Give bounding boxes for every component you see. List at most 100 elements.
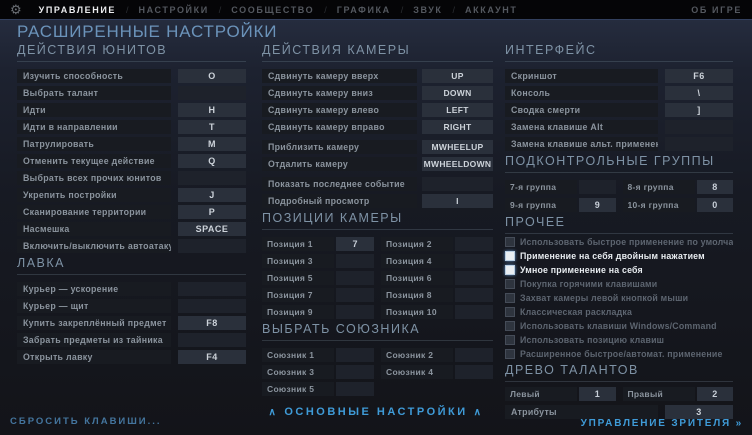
checkbox-icon[interactable] bbox=[505, 237, 515, 247]
binding-key-button[interactable] bbox=[336, 254, 374, 268]
checkbox-icon[interactable] bbox=[505, 335, 515, 345]
binding-label: 9-я группа bbox=[505, 198, 577, 212]
binding-key-button[interactable]: O bbox=[178, 69, 246, 83]
binding-label: Выбрать талант bbox=[17, 86, 171, 100]
nav-tab-6[interactable]: АККАУНТ bbox=[458, 5, 524, 15]
binding-key-button[interactable] bbox=[178, 239, 246, 253]
binding-key-button[interactable] bbox=[665, 120, 733, 134]
binding-cell: 9-я группа 9 bbox=[505, 198, 616, 212]
binding-key-button[interactable]: H bbox=[178, 103, 246, 117]
settings-gear-icon[interactable]: ⚙ bbox=[10, 0, 22, 19]
binding-key-button[interactable]: MWHEELDOWN bbox=[422, 157, 493, 171]
checkbox-row[interactable]: Умное применение на себя bbox=[505, 265, 733, 275]
binding-key-button[interactable]: F4 bbox=[178, 350, 246, 364]
binding-key-button[interactable] bbox=[336, 305, 374, 319]
about-game-link[interactable]: ОБ ИГРЕ bbox=[691, 5, 742, 15]
nav-tab-3[interactable]: СООБЩЕСТВО bbox=[224, 5, 321, 15]
binding-label: Открыть лавку bbox=[17, 350, 171, 364]
checkbox-icon[interactable] bbox=[505, 265, 515, 275]
binding-key-button[interactable] bbox=[336, 365, 374, 379]
binding-key-button[interactable]: SPACE bbox=[178, 222, 246, 236]
binding-key-button[interactable]: I bbox=[422, 194, 493, 208]
checkbox-row[interactable]: Использовать позицию клавиш bbox=[505, 335, 733, 345]
binding-key-button[interactable]: J bbox=[178, 188, 246, 202]
binding-key-button[interactable]: 9 bbox=[579, 198, 616, 212]
binding-key-button[interactable]: 0 bbox=[696, 198, 733, 212]
nav-tab-4[interactable]: ГРАФИКА bbox=[330, 5, 398, 15]
binding-label: Сдвинуть камеру вниз bbox=[262, 86, 417, 100]
checkbox-row[interactable]: Покупка горячими клавишами bbox=[505, 279, 733, 289]
binding-key-button[interactable]: 2 bbox=[696, 387, 733, 401]
binding-row-group: Сдвинуть камеру вверх UP Сдвинуть камеру в… bbox=[262, 69, 493, 134]
checkbox-icon[interactable] bbox=[505, 307, 515, 317]
binding-key-button[interactable] bbox=[455, 305, 493, 319]
page-title: РАСШИРЕННЫЕ НАСТРОЙКИ bbox=[17, 22, 278, 41]
binding-key-button[interactable] bbox=[336, 288, 374, 302]
binding-key-button[interactable] bbox=[336, 271, 374, 285]
binding-key-button[interactable]: F6 bbox=[665, 69, 733, 83]
binding-key-button[interactable]: F8 bbox=[178, 316, 246, 330]
binding-key-button[interactable] bbox=[455, 348, 493, 362]
settings-panel: РАСШИРЕННЫЕ НАСТРОЙКИ ДЕЙСТВИЯ ЮНИТОВ Из… bbox=[0, 19, 752, 435]
binding-key-button[interactable] bbox=[178, 333, 246, 347]
chevron-up-icon: ∧ bbox=[473, 407, 484, 418]
checkbox-row[interactable]: Использовать клавиши Windows/Command bbox=[505, 321, 733, 331]
binding-label: 8-я группа bbox=[622, 180, 695, 194]
binding-key-button[interactable] bbox=[178, 282, 246, 296]
binding-key-button[interactable] bbox=[455, 365, 493, 379]
binding-key-button[interactable]: 1 bbox=[579, 387, 616, 401]
tab-separator: / bbox=[324, 4, 327, 15]
binding-row: Купить закреплённый предмет F8 bbox=[17, 316, 246, 330]
checkbox-icon[interactable] bbox=[505, 349, 515, 359]
binding-key-button[interactable]: Q bbox=[178, 154, 246, 168]
binding-row: Сдвинуть камеру влево LEFT bbox=[262, 103, 493, 117]
binding-key-button[interactable] bbox=[336, 348, 374, 362]
binding-key-button[interactable] bbox=[178, 86, 246, 100]
checkbox-row[interactable]: Применение на себя двойным нажатием bbox=[505, 251, 733, 261]
binding-key-button[interactable]: T bbox=[178, 120, 246, 134]
spectator-controls-link[interactable]: УПРАВЛЕНИЕ ЗРИТЕЛЯ » bbox=[581, 418, 743, 429]
binding-key-button[interactable]: MWHEELUP bbox=[422, 140, 493, 154]
binding-key-button[interactable] bbox=[178, 299, 246, 313]
checkbox-row[interactable]: Использовать быстрое применение по умолч… bbox=[505, 237, 733, 247]
checkbox-icon[interactable] bbox=[505, 293, 515, 303]
checkbox-label: Классическая раскладка bbox=[520, 307, 633, 317]
main-settings-link[interactable]: ∧ ОСНОВНЫЕ НАСТРОЙКИ ∧ bbox=[0, 406, 752, 418]
nav-tab-2[interactable]: НАСТРОЙКИ bbox=[132, 5, 216, 15]
binding-key-button[interactable] bbox=[455, 271, 493, 285]
checkbox-icon[interactable] bbox=[505, 279, 515, 289]
binding-key-button[interactable] bbox=[422, 177, 493, 191]
binding-key-button[interactable] bbox=[455, 237, 493, 251]
checkbox-row[interactable]: Классическая раскладка bbox=[505, 307, 733, 317]
binding-row: Приблизить камеру MWHEELUP bbox=[262, 140, 493, 154]
binding-key-button[interactable] bbox=[665, 137, 733, 151]
binding-key-button[interactable]: M bbox=[178, 137, 246, 151]
binding-key-button[interactable]: P bbox=[178, 205, 246, 219]
binding-key-button[interactable] bbox=[336, 382, 374, 396]
checkbox-row[interactable]: Захват камеры левой кнопкой мыши bbox=[505, 293, 733, 303]
binding-key-button[interactable]: 7 bbox=[336, 237, 374, 251]
nav-tab-1[interactable]: УПРАВЛЕНИЕ bbox=[32, 5, 123, 15]
nav-tab-5[interactable]: ЗВУК bbox=[406, 5, 449, 15]
binding-key-button[interactable]: \ bbox=[665, 86, 733, 100]
checkbox-row[interactable]: Расширенное быстрое/автомат. применение bbox=[505, 349, 733, 359]
binding-key-button[interactable]: DOWN bbox=[422, 86, 493, 100]
binding-cell: Позиция 10 bbox=[381, 305, 493, 319]
binding-key-button[interactable] bbox=[455, 288, 493, 302]
binding-key-button[interactable] bbox=[455, 254, 493, 268]
binding-key-button[interactable]: 8 bbox=[696, 180, 733, 194]
binding-key-button[interactable]: LEFT bbox=[422, 103, 493, 117]
binding-row-group: Приблизить камеру MWHEELUP Отдалить камеру… bbox=[262, 140, 493, 171]
binding-row: Отменить текущее действие Q bbox=[17, 154, 246, 168]
binding-key-button[interactable]: UP bbox=[422, 69, 493, 83]
binding-key-button[interactable] bbox=[178, 171, 246, 185]
section-header-talent-tree: ДРЕВО ТАЛАНТОВ bbox=[505, 363, 733, 382]
section-control-groups: ПОДКОНТРОЛЬНЫЕ ГРУППЫ 7-я группа 8-я груп… bbox=[505, 154, 733, 212]
binding-key-button[interactable] bbox=[579, 180, 616, 194]
binding-key-button[interactable]: ] bbox=[665, 103, 733, 117]
checkbox-icon[interactable] bbox=[505, 251, 515, 261]
binding-row: Включить/выключить автоатаку bbox=[17, 239, 246, 253]
checkbox-icon[interactable] bbox=[505, 321, 515, 331]
binding-label: Укрепить постройки bbox=[17, 188, 171, 202]
binding-key-button[interactable]: RIGHT bbox=[422, 120, 493, 134]
